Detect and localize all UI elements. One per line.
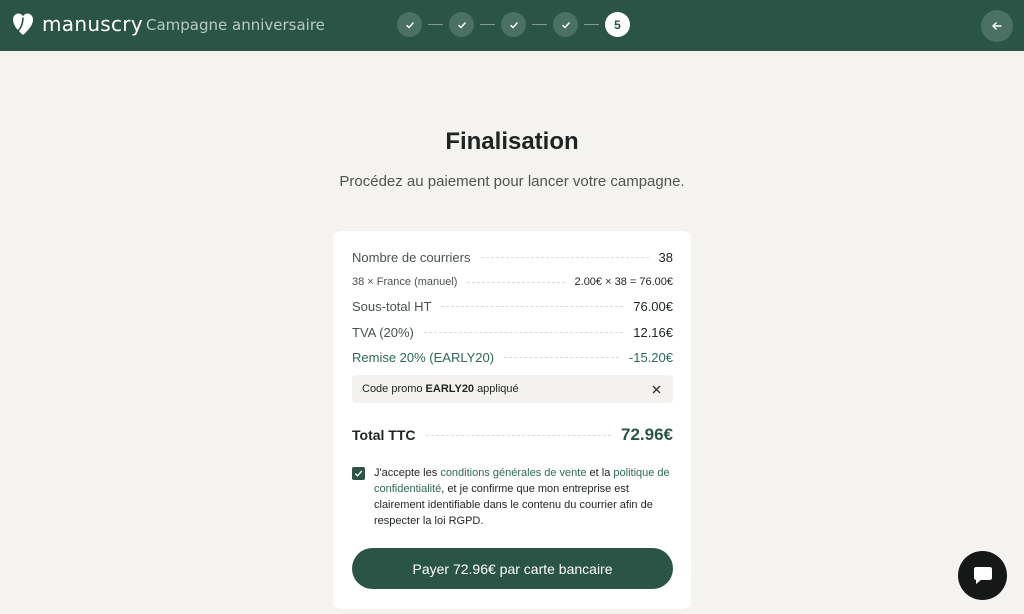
dotted-leader [467, 281, 565, 283]
consent-text: J'accepte les conditions générales de ve… [374, 465, 673, 529]
line-item-label: 38 × France (manuel) [352, 276, 458, 288]
count-label: Nombre de courriers [352, 250, 471, 265]
total-value: 72.96€ [621, 425, 673, 444]
summary-row-tva: TVA (20%) 12.16€ [352, 325, 673, 340]
promo-suffix: appliqué [477, 383, 519, 395]
summary-row-total: Total TTC 72.96€ [352, 425, 673, 445]
consent-text-part: et la [586, 467, 614, 479]
promo-code-applied: Code promo EARLY20 appliqué [352, 375, 673, 403]
summary-row-count: Nombre de courriers 38 [352, 250, 673, 265]
dotted-leader [423, 332, 624, 333]
subtotal-value: 76.00€ [633, 299, 673, 314]
count-value: 38 [658, 250, 673, 265]
terms-of-sale-link[interactable]: conditions générales de vente [440, 467, 586, 479]
dotted-leader [441, 306, 624, 307]
discount-label: Remise 20% (EARLY20) [352, 350, 495, 365]
remove-promo-button[interactable] [649, 382, 663, 396]
summary-row-line-item: 38 × France (manuel) 2.00€ × 38 = 76.00€ [352, 276, 673, 288]
dotted-leader [504, 357, 619, 358]
promo-prefix: Code promo [362, 383, 423, 395]
terms-consent: J'accepte les conditions générales de ve… [352, 465, 673, 529]
summary-row-subtotal: Sous-total HT 76.00€ [352, 299, 673, 314]
terms-checkbox[interactable] [352, 467, 365, 480]
consent-text-part: J'accepte les [374, 467, 441, 479]
line-item-value: 2.00€ × 38 = 76.00€ [574, 276, 673, 288]
chat-button[interactable] [958, 551, 1007, 600]
summary-row-discount: Remise 20% (EARLY20) -15.20€ [352, 350, 673, 365]
tva-label: TVA (20%) [352, 325, 414, 340]
pay-by-card-button[interactable]: Payer 72.96€ par carte bancaire [352, 548, 673, 589]
subtotal-label: Sous-total HT [352, 299, 432, 314]
promo-code: EARLY20 [425, 383, 475, 395]
discount-value: -15.20€ [628, 350, 673, 365]
chat-bubble-icon [973, 566, 992, 584]
total-label: Total TTC [352, 427, 416, 443]
check-icon [354, 470, 363, 477]
close-icon [652, 385, 660, 393]
dotted-leader [480, 257, 649, 258]
dotted-leader [425, 434, 611, 436]
tva-value: 12.16€ [633, 325, 673, 340]
